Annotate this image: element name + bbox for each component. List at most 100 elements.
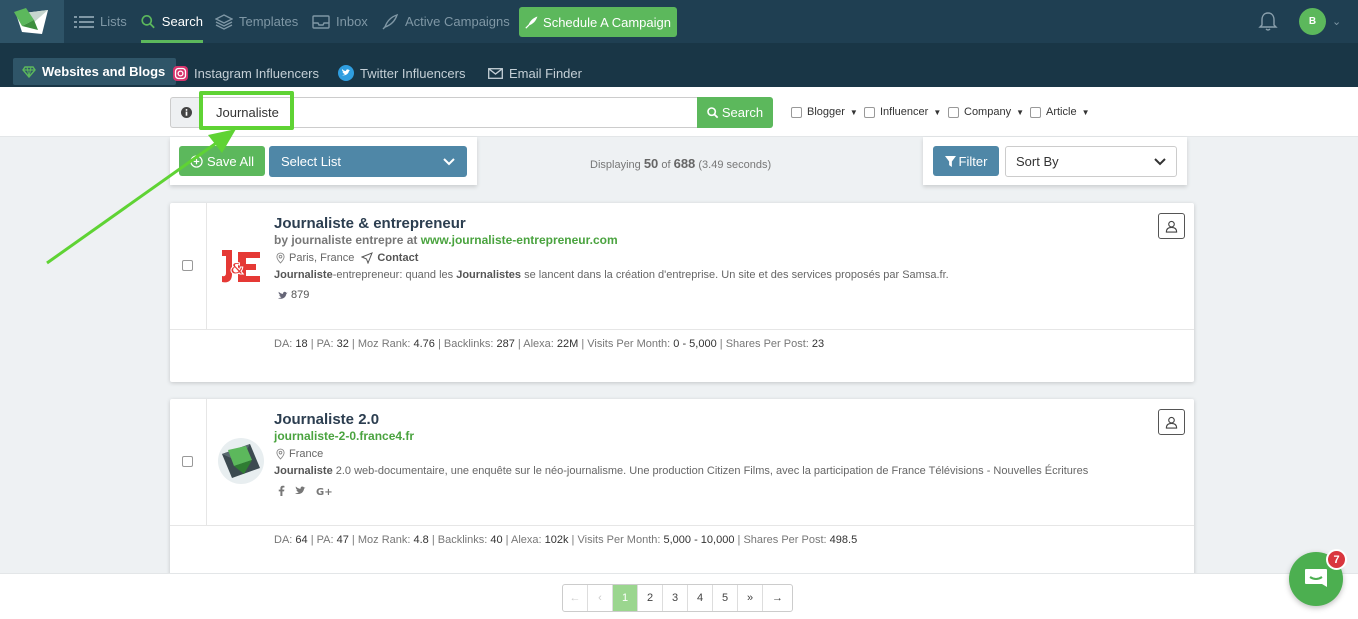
google-plus-icon[interactable]: G+ bbox=[316, 486, 332, 496]
page-1[interactable]: 1 bbox=[613, 585, 638, 611]
contact-link[interactable]: Contact bbox=[377, 252, 418, 264]
result-location: Paris, France Contact bbox=[276, 252, 418, 264]
company-checkbox[interactable] bbox=[948, 106, 959, 118]
select-list-dropdown[interactable]: Select List bbox=[269, 146, 467, 177]
card-select-column bbox=[170, 399, 207, 525]
page-5[interactable]: 5 bbox=[713, 585, 738, 611]
tab-twitter-influencers[interactable]: Twitter Influencers bbox=[338, 59, 466, 87]
nav-templates[interactable]: Templates bbox=[215, 0, 298, 43]
save-all-button[interactable]: Save All bbox=[179, 146, 265, 176]
result-description: Journaliste-entrepreneur: quand les Jour… bbox=[274, 269, 949, 281]
nav-lists-label: Lists bbox=[100, 14, 127, 29]
metric-shares: 498.5 bbox=[829, 534, 858, 546]
result-checkbox[interactable] bbox=[182, 456, 193, 467]
instagram-icon bbox=[173, 65, 188, 81]
tab-websites-and-blogs[interactable]: Websites and Blogs bbox=[13, 58, 177, 85]
tab-email-finder[interactable]: Email Finder bbox=[488, 59, 582, 87]
page-next[interactable]: » bbox=[738, 585, 763, 611]
metric-moz-label: Moz Rank: bbox=[357, 534, 411, 546]
result-card: Journaliste 2.0 journaliste-2-0.france4.… bbox=[170, 399, 1194, 579]
nav-templates-label: Templates bbox=[239, 14, 299, 29]
metric-visits-label: Visits Per Month: bbox=[587, 338, 671, 350]
metric-moz: 4.8 bbox=[413, 534, 429, 546]
notifications-bell[interactable] bbox=[1258, 11, 1278, 35]
metric-pa-label: PA: bbox=[316, 534, 334, 546]
inbox-icon bbox=[312, 14, 330, 29]
page-3[interactable]: 3 bbox=[663, 585, 688, 611]
nav-inbox[interactable]: Inbox bbox=[312, 0, 368, 43]
page-4[interactable]: 4 bbox=[688, 585, 713, 611]
twitter-icon[interactable] bbox=[295, 486, 306, 495]
filter-button[interactable]: Filter bbox=[933, 146, 999, 176]
metric-alexa: 102k bbox=[544, 534, 569, 546]
page-last[interactable]: → bbox=[763, 585, 792, 611]
nav-search[interactable]: Search bbox=[141, 0, 203, 43]
article-label: Article bbox=[1046, 106, 1077, 118]
rocket-icon bbox=[525, 16, 538, 29]
nav-active-campaigns[interactable]: Active Campaigns bbox=[381, 0, 510, 43]
plus-circle-icon bbox=[190, 154, 203, 168]
metric-da: 18 bbox=[295, 338, 308, 350]
chevron-down-icon[interactable]: ⌄ bbox=[1332, 15, 1341, 28]
pagination: ← ‹ 1 2 3 4 5 » → bbox=[562, 584, 793, 612]
user-icon bbox=[1165, 220, 1178, 233]
filter-blogger[interactable]: Blogger ▼ bbox=[791, 106, 858, 118]
tab-email-finder-label: Email Finder bbox=[509, 65, 582, 81]
schedule-campaign-button[interactable]: Schedule A Campaign bbox=[519, 7, 677, 37]
nav-lists[interactable]: Lists bbox=[74, 0, 127, 43]
seo-metrics: DA: 18 | PA: 32 | Moz Rank: 4.76 | Backl… bbox=[274, 338, 825, 350]
page-2[interactable]: 2 bbox=[638, 585, 663, 611]
filter-article[interactable]: Article ▼ bbox=[1030, 106, 1089, 118]
view-profile-button[interactable] bbox=[1158, 409, 1185, 435]
filter-company[interactable]: Company ▼ bbox=[948, 106, 1024, 118]
save-all-label: Save All bbox=[207, 153, 254, 169]
top-navbar: Lists Search Templates Inbox Active Camp… bbox=[0, 0, 1358, 43]
caret-down-icon[interactable]: ▼ bbox=[850, 108, 858, 117]
bell-icon bbox=[1258, 12, 1278, 31]
search-icon bbox=[141, 14, 155, 28]
twitter-icon bbox=[338, 65, 354, 81]
tab-websites-label: Websites and Blogs bbox=[42, 64, 166, 79]
tab-twitter-label: Twitter Influencers bbox=[360, 65, 466, 81]
influencer-checkbox[interactable] bbox=[864, 106, 875, 118]
filter-influencer[interactable]: Influencer ▼ bbox=[864, 106, 941, 118]
metric-visits: 5,000 - 10,000 bbox=[663, 534, 735, 546]
caret-down-icon[interactable]: ▼ bbox=[1082, 108, 1090, 117]
metric-shares-label: Shares Per Post: bbox=[743, 534, 827, 546]
result-url[interactable]: journaliste-2-0.france4.fr bbox=[274, 429, 414, 443]
sub-navbar: Websites and Blogs Instagram Influencers… bbox=[0, 43, 1358, 87]
desc-keyword-2: Journalistes bbox=[456, 269, 522, 281]
view-profile-button[interactable] bbox=[1158, 213, 1185, 239]
metric-moz: 4.76 bbox=[413, 338, 435, 350]
article-checkbox[interactable] bbox=[1030, 106, 1041, 118]
user-avatar[interactable]: B bbox=[1299, 8, 1326, 35]
metric-backlinks-label: Backlinks: bbox=[437, 534, 488, 546]
result-title[interactable]: Journaliste 2.0 bbox=[274, 411, 379, 428]
caret-down-icon[interactable]: ▼ bbox=[933, 108, 941, 117]
map-pin-icon bbox=[276, 252, 285, 264]
metric-alexa: 22M bbox=[556, 338, 579, 350]
info-icon bbox=[181, 107, 192, 118]
user-icon bbox=[1165, 416, 1178, 429]
result-url[interactable]: www.journaliste-entrepreneur.com bbox=[421, 233, 618, 247]
result-byline: journaliste-2-0.france4.fr bbox=[274, 429, 414, 443]
page-prev[interactable]: ‹ bbox=[588, 585, 613, 611]
filter-label: Filter bbox=[958, 153, 988, 169]
search-info-button[interactable] bbox=[170, 97, 202, 128]
app-logo[interactable] bbox=[0, 0, 64, 43]
sort-by-select[interactable]: Sort By bbox=[1005, 146, 1177, 177]
chat-unread-badge: 7 bbox=[1326, 549, 1347, 570]
twitter-followers[interactable]: 879 bbox=[278, 289, 309, 301]
sort-by-label: Sort By bbox=[1016, 154, 1059, 169]
tab-instagram-influencers[interactable]: Instagram Influencers bbox=[173, 59, 319, 87]
page-first[interactable]: ← bbox=[563, 585, 588, 611]
search-button[interactable]: Search bbox=[697, 97, 773, 128]
blogger-checkbox[interactable] bbox=[791, 106, 802, 118]
select-list-label: Select List bbox=[281, 154, 341, 169]
result-title[interactable]: Journaliste & entrepreneur bbox=[274, 215, 466, 232]
layers-icon bbox=[215, 13, 233, 30]
result-checkbox[interactable] bbox=[182, 260, 193, 271]
caret-down-icon[interactable]: ▼ bbox=[1016, 108, 1024, 117]
facebook-icon[interactable] bbox=[278, 485, 285, 496]
influencer-label: Influencer bbox=[880, 106, 929, 118]
